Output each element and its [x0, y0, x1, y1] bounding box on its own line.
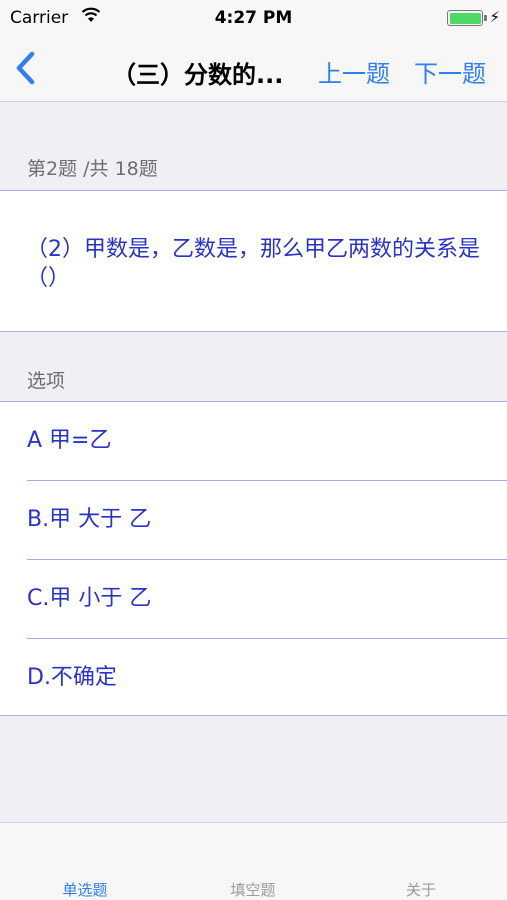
chevron-left-icon[interactable] [8, 48, 42, 88]
navigation-bar: （三）分数的... 上一题 下一题 [0, 36, 507, 102]
option-d[interactable]: D.不确定 [0, 639, 507, 715]
question-counter: 第2题 /共 18题 [27, 158, 158, 180]
options-header: 选项 [27, 370, 66, 392]
next-question-button[interactable]: 下一题 [414, 54, 486, 89]
tab-about[interactable]: 关于 [361, 879, 481, 900]
tab-single-choice[interactable]: 单选题 [25, 879, 145, 900]
tab-bar: 单选题 填空题 关于 [0, 822, 507, 900]
option-b[interactable]: B.甲 大于 乙 [0, 481, 507, 560]
tab-fill-in-blank[interactable]: 填空题 [193, 879, 313, 900]
charging-icon: ⚡ [489, 8, 500, 26]
question-text: （2）甲数是，乙数是，那么甲乙两数的关系是（） [0, 190, 507, 332]
page-title: （三）分数的... [112, 61, 284, 89]
previous-question-button[interactable]: 上一题 [318, 54, 390, 89]
status-bar: Carrier 4:27 PM ⚡ [0, 0, 507, 36]
battery-tip [484, 15, 487, 21]
battery-icon [447, 10, 483, 26]
option-a[interactable]: A 甲=乙 [0, 402, 507, 481]
option-c[interactable]: C.甲 小于 乙 [0, 560, 507, 639]
options-list: A 甲=乙 B.甲 大于 乙 C.甲 小于 乙 D.不确定 [0, 401, 507, 716]
status-time: 4:27 PM [214, 8, 293, 28]
